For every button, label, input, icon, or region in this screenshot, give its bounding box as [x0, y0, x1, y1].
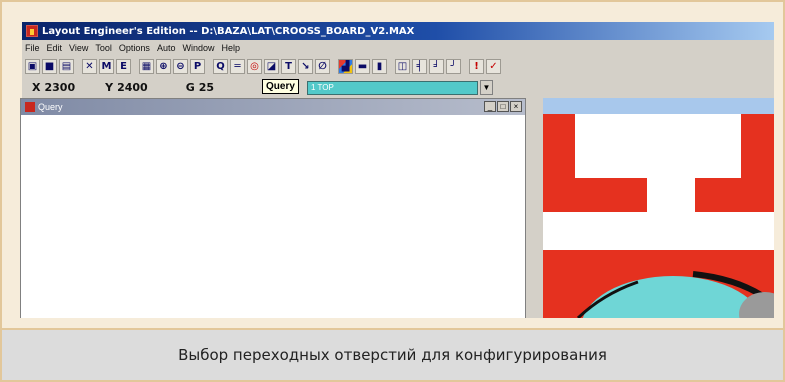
save-icon[interactable]: ■ — [42, 58, 57, 74]
menu-item-window[interactable]: Window — [182, 43, 214, 53]
circle-icon[interactable]: ∅ — [315, 58, 330, 74]
bus-icon[interactable]: ▮ — [372, 58, 387, 74]
board-canvas — [543, 114, 774, 318]
fanout-icon[interactable]: ╛ — [429, 58, 444, 74]
pin-icon[interactable]: ╡ — [412, 58, 427, 74]
grid-value: 25 — [198, 80, 215, 94]
zoom-in-icon[interactable]: ⊕ — [156, 58, 171, 74]
screenshot-area: Layout Engineer's Edition -- D:\BAZA\LAT… — [2, 2, 783, 328]
window-controls: _ □ × — [484, 101, 522, 112]
copper-icon[interactable]: ◪ — [264, 58, 279, 74]
query-tooltip: Query — [262, 79, 299, 94]
menu-bar: File Edit View Tool Options Auto Window Help — [22, 41, 240, 55]
figure-frame: Layout Engineer's Edition -- D:\BAZA\LAT… — [0, 0, 785, 382]
cut-icon[interactable]: ✕ — [82, 58, 97, 74]
zoom-out-icon[interactable]: ⊖ — [173, 58, 188, 74]
warning-icon[interactable]: ! — [469, 58, 484, 74]
menu-item-edit[interactable]: Edit — [47, 43, 63, 53]
app-logo-icon — [26, 25, 38, 37]
y-label: Y — [105, 80, 114, 94]
g-label: G — [185, 80, 195, 94]
title-bar: Layout Engineer's Edition -- D:\BAZA\LAT… — [22, 22, 774, 40]
text-icon[interactable]: T — [281, 58, 296, 74]
toolbar-separator — [133, 59, 137, 74]
component-icon[interactable]: ◫ — [395, 58, 410, 74]
trace-icon[interactable]: ╯ — [446, 58, 461, 74]
edit-icon[interactable]: E — [116, 58, 131, 74]
toolbar-separator — [463, 59, 467, 74]
query-window-titlebar[interactable]: Query _ □ × — [21, 99, 525, 115]
window-title: Layout Engineer's Edition -- D:\BAZA\LAT… — [42, 25, 415, 37]
menu-item-auto[interactable]: Auto — [157, 43, 176, 53]
x-label: X — [32, 80, 41, 94]
line-icon[interactable]: ═ — [230, 58, 245, 74]
query-window: Query _ □ × — [20, 98, 526, 318]
query-window-icon — [25, 102, 35, 112]
board-preview[interactable] — [543, 98, 774, 318]
copper-trace-left — [543, 178, 647, 212]
query-window-title: Query — [38, 102, 63, 112]
menu-item-tool[interactable]: Tool — [95, 43, 112, 53]
copper-trace-right — [695, 178, 774, 212]
menu-item-help[interactable]: Help — [221, 43, 240, 53]
toolbar-separator — [389, 59, 393, 74]
binoculars-icon[interactable]: M — [99, 58, 114, 74]
toolbar: ▣ ■ ▤ ✕ M E ▦ ⊕ ⊖ P Q ═ ◎ ◪ T ↘ ∅ ▟ ▬ ▮ ◫ ╡ ╛ ╯! ✓ — [22, 56, 774, 76]
layer-dropdown-button[interactable]: ▼ — [480, 80, 493, 95]
check-icon[interactable]: ✓ — [486, 58, 501, 74]
grid-icon[interactable]: ▦ — [139, 58, 154, 74]
menu-item-view[interactable]: View — [69, 43, 88, 53]
close-button[interactable]: × — [510, 101, 522, 112]
menu-item-file[interactable]: File — [25, 43, 40, 53]
y-value: 2400 — [117, 80, 148, 94]
colors-icon[interactable]: ▟ — [338, 58, 353, 74]
print-icon[interactable]: ▤ — [59, 58, 74, 74]
toolbar-separator — [207, 59, 211, 74]
open-icon[interactable]: ▣ — [25, 58, 40, 74]
zoom-icon[interactable]: P — [190, 58, 205, 74]
board-window-titlebar — [543, 98, 774, 114]
toolbar-separator — [332, 59, 336, 74]
query-icon[interactable]: Q — [213, 58, 228, 74]
query-window-body[interactable] — [21, 116, 525, 318]
maximize-button[interactable]: □ — [497, 101, 509, 112]
drc-icon[interactable]: ▬ — [355, 58, 370, 74]
route-icon[interactable]: ↘ — [298, 58, 313, 74]
via-icon[interactable]: ◎ — [247, 58, 262, 74]
x-value: 2300 — [44, 80, 76, 94]
menu-item-options[interactable]: Options — [119, 43, 150, 53]
minimize-button[interactable]: _ — [484, 101, 496, 112]
toolbar-separator — [76, 59, 80, 74]
figure-caption: Выбор переходных отверстий для конфигури… — [2, 328, 783, 380]
layer-select[interactable]: 1 TOP — [307, 81, 478, 95]
